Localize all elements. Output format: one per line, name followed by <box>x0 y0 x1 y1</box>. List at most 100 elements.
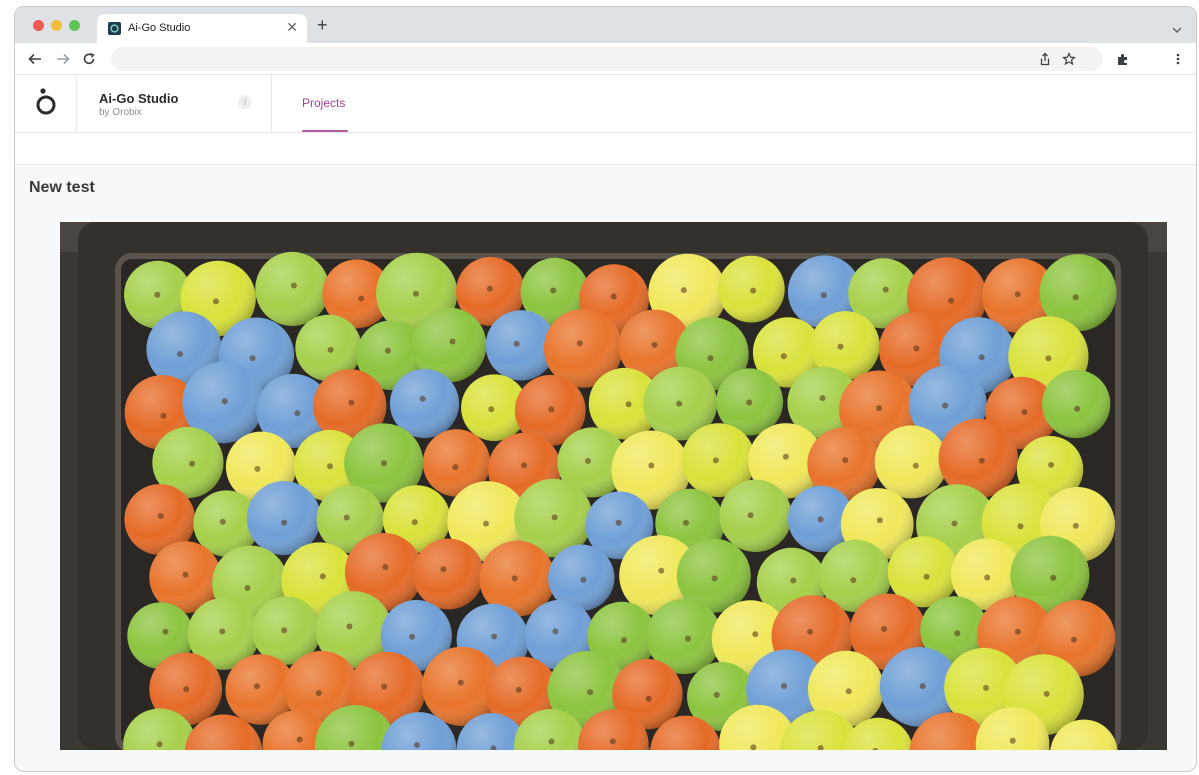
minimize-window-button[interactable] <box>51 20 62 31</box>
plus-icon[interactable]: + <box>317 16 328 34</box>
browser-tab[interactable]: Ai-Go Studio ✕ <box>97 14 307 43</box>
address-bar[interactable] <box>111 47 1103 71</box>
maximize-window-button[interactable] <box>69 20 80 31</box>
apple-stem <box>1070 636 1077 643</box>
apple-stem <box>651 341 658 348</box>
apple-stem <box>413 742 420 748</box>
apple-stem <box>842 457 849 464</box>
apple-stem <box>419 395 426 402</box>
apple-stem <box>358 295 365 302</box>
apple-stem <box>711 575 718 582</box>
apple-stem <box>249 355 256 362</box>
apple-stem <box>348 399 355 406</box>
apple-shading <box>412 538 484 610</box>
apple-stem <box>881 626 887 632</box>
test-image <box>60 222 1167 750</box>
apple-stem <box>876 405 883 412</box>
info-icon[interactable]: i <box>238 95 252 109</box>
apple-stem <box>381 683 388 690</box>
forward-icon[interactable] <box>55 51 71 67</box>
apple-stem <box>483 520 489 527</box>
apple-stem <box>449 338 456 345</box>
logo[interactable] <box>15 75 77 133</box>
apple-stem <box>747 512 754 519</box>
extensions-icon[interactable] <box>1115 51 1131 67</box>
apple-stem <box>1014 628 1021 635</box>
apple-stem <box>1048 461 1055 468</box>
browser-toolbar <box>15 43 1196 75</box>
browser-window: Ai-Go Studio ✕ + Ai-Go Studio by Orobix … <box>14 6 1197 772</box>
apple-stem <box>817 516 824 523</box>
apple-stem <box>707 355 714 362</box>
apple-stem <box>781 683 787 689</box>
apple-stem <box>253 683 260 690</box>
apple-stem <box>177 351 183 357</box>
back-icon[interactable] <box>27 51 43 67</box>
apple-stem <box>515 686 522 693</box>
apple-stem <box>676 400 683 407</box>
apple-stem <box>219 518 226 525</box>
apple-stem <box>1072 522 1079 529</box>
apple-stem <box>820 292 827 299</box>
apple-stem <box>845 688 852 695</box>
apple-stem <box>752 631 759 638</box>
apple-stem <box>162 628 169 635</box>
share-icon[interactable] <box>1037 51 1053 67</box>
apple-stem <box>486 285 493 292</box>
apple-stem <box>819 395 826 402</box>
apple-stem <box>290 282 297 289</box>
apple-stem <box>983 684 989 691</box>
apple-stem <box>551 514 558 521</box>
apple-stem <box>610 293 617 300</box>
apple-stem <box>609 738 616 745</box>
apple-stem <box>712 457 719 464</box>
apple-stem <box>382 564 389 570</box>
nav-projects[interactable]: Projects <box>302 96 345 110</box>
apple-stem <box>685 635 691 642</box>
apple-stem <box>381 460 387 467</box>
apple-stem <box>978 354 985 361</box>
apple-stem <box>912 462 919 469</box>
apple-stem <box>713 691 720 698</box>
apple-stem <box>488 406 495 413</box>
bookmark-star-icon[interactable] <box>1061 51 1077 67</box>
apple-stem <box>254 465 261 472</box>
apple-stem <box>837 343 844 350</box>
apple-stem <box>327 463 333 470</box>
chevron-down-icon[interactable] <box>1172 21 1182 39</box>
apple-stem <box>1074 405 1081 412</box>
apple-stem <box>457 679 464 686</box>
apple-stem <box>587 689 594 696</box>
apple-stem <box>440 566 447 573</box>
apple-stem <box>782 453 789 460</box>
apple-stem <box>746 399 753 406</box>
apple-stem <box>790 577 797 584</box>
apple-stem <box>157 512 164 519</box>
favicon-icon <box>108 22 121 35</box>
apple-stem <box>384 347 391 354</box>
apple-stem <box>189 460 196 467</box>
apple-stem <box>452 464 459 471</box>
apple-shading <box>874 425 948 499</box>
apple-stem <box>645 695 652 702</box>
apple-shading <box>719 479 792 552</box>
close-icon[interactable]: ✕ <box>286 20 298 34</box>
apple-stem <box>1021 409 1028 415</box>
apple-stem <box>919 683 926 690</box>
apple-stem <box>219 628 226 635</box>
close-window-button[interactable] <box>33 20 44 31</box>
apple-stem <box>942 402 949 409</box>
apple-stem <box>576 340 583 347</box>
apple-stem <box>1072 294 1079 301</box>
window-controls <box>33 20 80 31</box>
apple-stem <box>521 462 527 469</box>
apple-stem <box>780 353 787 360</box>
apple-stem <box>244 585 251 591</box>
apple-stem <box>511 575 518 582</box>
apple-stem <box>319 573 326 580</box>
more-menu-icon[interactable] <box>1170 51 1186 67</box>
reload-icon[interactable] <box>81 51 97 67</box>
apple-stem <box>984 574 991 581</box>
apple-stem <box>978 457 985 464</box>
orobix-logo-icon <box>36 88 56 115</box>
